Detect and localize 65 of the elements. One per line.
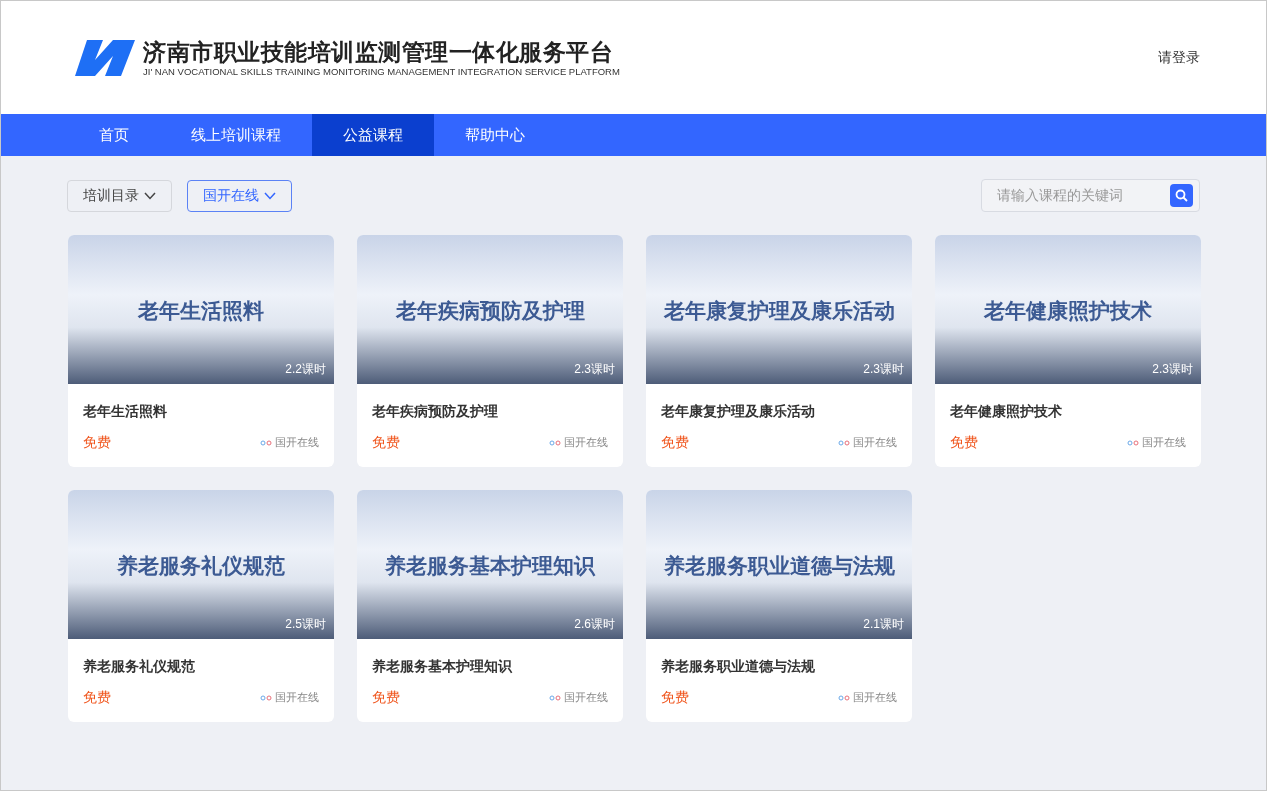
course-title: 养老服务职业道德与法规 [661,657,816,676]
search-box[interactable]: 请输入课程的关键词 [981,179,1200,212]
nav-tab[interactable]: 帮助中心 [434,114,556,156]
filter-dropdown[interactable]: 培训目录 [67,179,172,212]
course-card[interactable]: 老年健康照护技术 2.3课时 老年健康照护技术 免费 国开在线 [935,235,1201,467]
nav-tab[interactable]: 公益课程 [312,114,434,156]
course-card[interactable]: 养老服务基本护理知识 2.6课时 养老服务基本护理知识 免费 国开在线 [357,490,623,722]
course-provider: 国开在线 [275,435,319,451]
course-title: 老年康复护理及康乐活动 [661,402,816,421]
site-title: 济南市职业技能培训监测管理一体化服务平台 [143,37,614,66]
course-hours: 2.3课时 [1152,361,1193,378]
course-hours: 2.3课时 [863,361,904,378]
provider-logo-icon [549,694,561,701]
course-price: 免费 [83,688,111,707]
course-card[interactable]: 老年康复护理及康乐活动 2.3课时 老年康复护理及康乐活动 免费 国开在线 [646,235,912,467]
course-provider: 国开在线 [564,435,608,451]
cover-title: 老年健康照护技术 [984,298,1152,324]
course-provider: 国开在线 [1142,435,1186,451]
cover-title: 养老服务基本护理知识 [385,553,595,579]
site-subtitle: JI' NAN VOCATIONAL SKILLS TRAINING MONITORING MANAGEMENT INTEGRATION SERVICE PLATFORM [143,65,620,78]
cover-title: 养老服务礼仪规范 [117,553,285,579]
nav-tab[interactable]: 首页 [68,114,160,156]
logo-icon [73,37,137,78]
course-hours: 2.6课时 [574,616,615,633]
cover-title: 养老服务职业道德与法规 [663,553,895,579]
provider-logo-icon [1127,439,1139,446]
cover-title: 老年康复护理及康乐活动 [663,298,895,324]
course-title: 老年健康照护技术 [950,402,1063,421]
provider-logo-icon [838,694,850,701]
course-provider: 国开在线 [853,435,897,451]
course-card[interactable]: 养老服务礼仪规范 2.5课时 养老服务礼仪规范 免费 国开在线 [68,490,334,722]
course-provider: 国开在线 [275,690,319,706]
nav-tab[interactable]: 线上培训课程 [160,114,312,156]
course-hours: 2.1课时 [863,616,904,633]
course-hours: 2.5课时 [285,616,326,633]
course-hours: 2.3课时 [574,361,615,378]
filter-dropdown[interactable]: 国开在线 [187,179,292,212]
provider-logo-icon [549,439,561,446]
course-card[interactable]: 老年疾病预防及护理 2.3课时 老年疾病预防及护理 免费 国开在线 [357,235,623,467]
course-title: 老年疾病预防及护理 [372,402,499,421]
search-button[interactable] [1170,184,1193,207]
course-price: 免费 [372,433,400,452]
login-link[interactable]: 请登录 [1158,47,1200,68]
course-provider: 国开在线 [564,690,608,706]
course-price: 免费 [372,688,400,707]
course-price: 免费 [661,433,689,452]
course-provider: 国开在线 [853,690,897,706]
provider-logo-icon [838,439,850,446]
course-card[interactable]: 养老服务职业道德与法规 2.1课时 养老服务职业道德与法规 免费 国开在线 [646,490,912,722]
chevron-down-icon [264,191,276,200]
course-hours: 2.2课时 [285,361,326,378]
search-icon [1175,189,1188,202]
course-title: 养老服务礼仪规范 [83,657,196,676]
cover-title: 老年生活照料 [138,298,264,324]
course-title: 老年生活照料 [83,402,168,421]
course-price: 免费 [83,433,111,452]
course-title: 养老服务基本护理知识 [372,657,513,676]
provider-logo-icon [260,439,272,446]
course-price: 免费 [950,433,978,452]
course-price: 免费 [661,688,689,707]
chevron-down-icon [144,191,156,200]
search-field[interactable]: 请输入课程的关键词 [997,185,1157,206]
provider-logo-icon [260,694,272,701]
course-card[interactable]: 老年生活照料 2.2课时 老年生活照料 免费 国开在线 [68,235,334,467]
cover-title: 老年疾病预防及护理 [395,298,585,324]
